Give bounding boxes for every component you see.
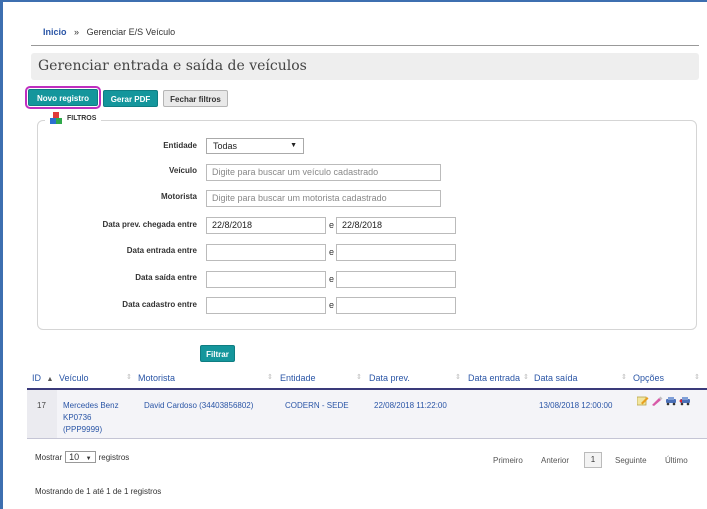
- col-header-opcoes[interactable]: Opções: [633, 373, 664, 383]
- table-row: [27, 390, 707, 438]
- sort-icon: ⇕: [694, 374, 700, 381]
- prev-chegada-from-input[interactable]: 22/8/2018: [206, 217, 326, 234]
- close-filters-button[interactable]: Fechar filtros: [163, 90, 228, 107]
- sort-asc-icon: ▲: [46, 376, 54, 383]
- pagination-last[interactable]: Último: [665, 456, 688, 465]
- table-row-id-cell: [27, 390, 57, 438]
- row-veiculo-plate[interactable]: (PPP9999): [63, 425, 102, 434]
- sort-icon: ⇕: [523, 374, 529, 381]
- row-data-saida: 13/08/2018 12:00:00: [539, 401, 613, 410]
- col-header-motorista[interactable]: Motorista: [138, 373, 175, 383]
- entrada-to-input[interactable]: [336, 244, 456, 261]
- chevron-down-icon: ▼: [290, 142, 297, 149]
- prev-chegada-label: Data prev. chegada entre: [102, 220, 197, 229]
- col-header-id-label: ID: [32, 373, 41, 383]
- cadastro-from-input[interactable]: [206, 297, 326, 314]
- breadcrumb-home-link[interactable]: Inicio: [43, 27, 67, 37]
- header-divider: [31, 45, 699, 46]
- sort-icon: ⇕: [356, 374, 362, 381]
- saida-label: Data saída entre: [135, 273, 197, 282]
- cadastro-to-input[interactable]: [336, 297, 456, 314]
- entidade-select[interactable]: Todas ▼: [206, 138, 304, 154]
- between-text: e: [329, 274, 335, 284]
- car-exit-icon[interactable]: [679, 396, 691, 406]
- pagination-page-1[interactable]: 1: [584, 452, 602, 468]
- filter-submit-button[interactable]: Filtrar: [200, 345, 235, 362]
- filter-blocks-icon: [50, 112, 62, 124]
- col-header-data-saida[interactable]: Data saída: [534, 373, 578, 383]
- breadcrumb: Inicio » Gerenciar E/S Veículo: [43, 27, 175, 37]
- prev-chegada-to-input[interactable]: 22/8/2018: [336, 217, 456, 234]
- table-info: Mostrando de 1 até 1 de 1 registros: [35, 487, 162, 496]
- page-title: Gerenciar entrada e saída de veículos: [38, 58, 307, 74]
- col-header-entidade[interactable]: Entidade: [280, 373, 316, 383]
- sort-icon: ⇕: [267, 374, 273, 381]
- between-text: e: [329, 300, 335, 310]
- entidade-select-value: Todas: [213, 141, 238, 151]
- sort-icon: ⇕: [621, 374, 627, 381]
- row-veiculo-model[interactable]: Mercedes Benz: [63, 401, 119, 410]
- breadcrumb-current: Gerenciar E/S Veículo: [86, 27, 176, 37]
- veiculo-label: Veículo: [168, 166, 197, 175]
- row-options: [636, 396, 691, 406]
- pencil-icon[interactable]: [651, 396, 663, 406]
- breadcrumb-separator: »: [74, 27, 80, 37]
- filters-legend: FILTROS: [45, 112, 102, 124]
- col-header-veiculo[interactable]: Veículo: [59, 373, 89, 383]
- length-menu: Mostrar 10 ▼ registros: [35, 451, 129, 463]
- generate-pdf-button[interactable]: Gerar PDF: [103, 90, 158, 107]
- pagination-previous[interactable]: Anterior: [541, 456, 569, 465]
- between-text: e: [329, 247, 335, 257]
- sort-icon: ⇕: [455, 374, 461, 381]
- between-text: e: [329, 220, 335, 230]
- car-entry-icon[interactable]: [665, 396, 677, 406]
- entrada-label: Data entrada entre: [126, 246, 197, 255]
- col-header-data-entrada[interactable]: Data entrada: [468, 373, 520, 383]
- saida-to-input[interactable]: [336, 271, 456, 288]
- motorista-label: Motorista: [161, 192, 197, 201]
- edit-icon[interactable]: [636, 396, 649, 406]
- row-entidade[interactable]: CODERN - SEDE: [285, 401, 349, 410]
- length-menu-suffix: registros: [98, 452, 130, 462]
- entrada-from-input[interactable]: [206, 244, 326, 261]
- filters-legend-label: FILTROS: [67, 114, 97, 122]
- row-veiculo-code[interactable]: KP0736: [63, 413, 91, 422]
- length-menu-value: 10: [69, 452, 80, 462]
- pagination-next[interactable]: Seguinte: [615, 456, 647, 465]
- col-header-id[interactable]: ID ▲: [32, 373, 53, 383]
- row-id: 17: [37, 401, 46, 410]
- row-data-prev: 22/08/2018 11:22:00: [374, 401, 447, 410]
- pagination-first[interactable]: Primeiro: [493, 456, 523, 465]
- table-row-divider: [27, 438, 707, 439]
- new-record-button[interactable]: Novo registro: [25, 86, 101, 109]
- motorista-search-input[interactable]: Digite para buscar um motorista cadastra…: [206, 190, 441, 207]
- sort-icon: ⇕: [126, 374, 132, 381]
- chevron-down-icon: ▼: [85, 456, 92, 462]
- veiculo-search-input[interactable]: Digite para buscar um veículo cadastrado: [206, 164, 441, 181]
- length-menu-select[interactable]: 10 ▼: [65, 451, 96, 463]
- cadastro-label: Data cadastro entre: [122, 300, 197, 309]
- row-motorista[interactable]: David Cardoso (34403856802): [144, 401, 253, 410]
- col-header-data-prev[interactable]: Data prev.: [369, 373, 410, 383]
- entidade-label: Entidade: [163, 141, 197, 150]
- saida-from-input[interactable]: [206, 271, 326, 288]
- length-menu-prefix: Mostrar: [35, 452, 63, 462]
- page-title-bar: Gerenciar entrada e saída de veículos: [31, 53, 699, 80]
